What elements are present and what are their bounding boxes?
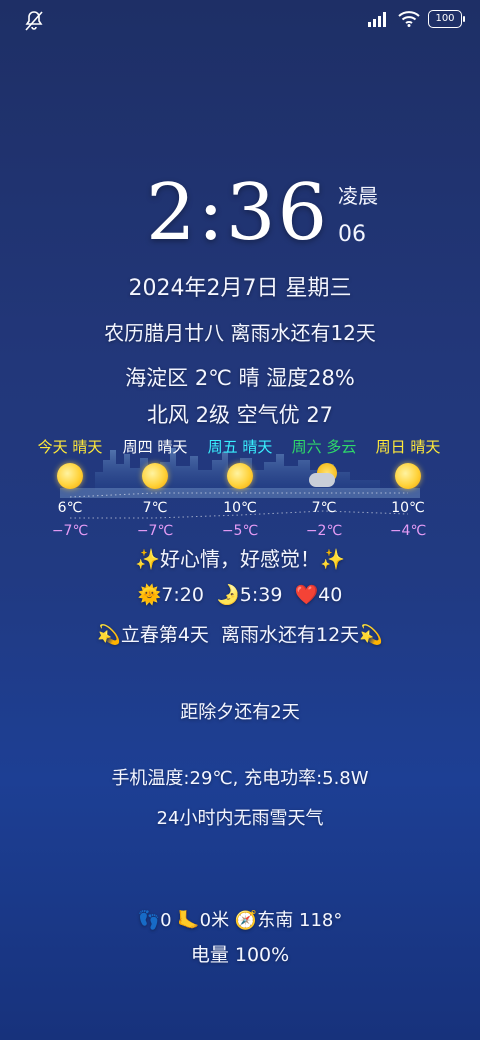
dizzy-star-icon: 💫 [359,624,383,646]
sun-icon [395,463,421,489]
moon-icon: 🌛 [216,584,240,606]
compass-icon: 🧭 [234,910,258,931]
forecast-low: −7℃ [51,523,89,539]
signal-icon [368,12,386,27]
clock-seconds: 06 [338,222,366,247]
sun-icon [227,463,253,489]
forecast-day: 今天 晴天 6℃ −7℃ [25,436,115,539]
forecast-day: 周六 多云 7℃ −2℃ [279,436,369,539]
forecast-low: −7℃ [136,523,174,539]
forecast-day: 周五 晴天 10℃ −5℃ [195,436,285,539]
battery-level: 100 [435,13,455,24]
forecast-day: 周四 晴天 7℃ −7℃ [110,436,200,539]
partly-cloudy-icon [309,463,339,489]
battery-level-line: 电量 100% [190,944,290,966]
clock-period: 凌晨 [338,184,378,208]
foot-icon: 🦶 [177,910,200,931]
battery-icon: 100 [428,10,465,28]
walk-distance: 0米 [199,910,230,931]
sun-face-icon: 🌞 [137,584,162,606]
new-year-eve-countdown: 距除夕还有2天 [180,702,300,723]
forecast-day-label: 周六 多云 [291,438,357,456]
forecast-day-label: 今天 晴天 [37,438,103,456]
sparkles-icon: ✨ [135,547,160,571]
forecast-high: 7℃ [311,500,337,516]
wifi-icon [398,11,420,27]
forecast-low: −2℃ [305,523,343,539]
solar-term-text: 立春第4天 离雨水还有12天 [120,624,360,646]
heart-icon: ❤️ [294,584,319,606]
forecast-high: 10℃ [223,500,257,516]
step-count: 0 [160,910,172,931]
clock: 2:36 凌晨 06 [0,168,480,258]
weather-line: 海淀区 2℃ 晴 湿度28% [125,366,355,390]
notifications-muted-icon [25,11,43,31]
sun-times-line: 🌞7:20 🌛5:39 ❤️40 [0,583,480,606]
forecast-high: 7℃ [142,500,168,516]
dizzy-star-icon: 💫 [97,624,121,646]
rain-forecast: 24小时内无雨雪天气 [156,808,324,829]
solar-term-line: 💫立春第4天 离雨水还有12天💫 [0,620,480,647]
phone-status: 手机温度:29℃, 充电功率:5.8W [111,768,369,789]
forecast-day-label: 周日 晴天 [375,438,441,456]
sunset-time: 5:39 [239,584,283,606]
forecast-day: 周日 晴天 10℃ −4℃ [363,436,453,539]
forecast-high: 6℃ [57,500,83,516]
date-line: 2024年2月7日 星期三 [128,276,352,301]
status-bar: 100 [0,0,480,40]
sparkles-icon: ✨ [320,547,345,571]
mood-text: 好心情，好感觉！ [160,547,320,571]
forecast-day-label: 周五 晴天 [207,438,273,456]
clock-time: 2:36 [146,168,330,258]
footprints-icon: 👣 [137,910,161,931]
forecast-low: −5℃ [221,523,259,539]
heart-value: 40 [318,584,343,606]
sunrise-time: 7:20 [161,584,204,606]
forecast-day-label: 周四 晴天 [122,438,188,456]
wind-line: 北风 2级 空气优 27 [146,403,334,427]
sun-icon [57,463,83,489]
lunar-line: 农历腊月廿八 离雨水还有12天 [104,321,376,345]
sun-icon [142,463,168,489]
status-icons: 100 [368,10,465,28]
forecast-low: −4℃ [389,523,427,539]
compass-direction: 东南 118° [257,910,343,931]
mood-line: ✨好心情，好感觉！✨ [0,543,480,572]
steps-line: 👣0 🦶0米 🧭东南 118° [0,906,480,932]
forecast-high: 10℃ [391,500,425,516]
weather-forecast: 今天 晴天 6℃ −7℃ 周四 晴天 7℃ −7℃ 周五 晴天 10℃ −5℃ … [0,436,480,546]
